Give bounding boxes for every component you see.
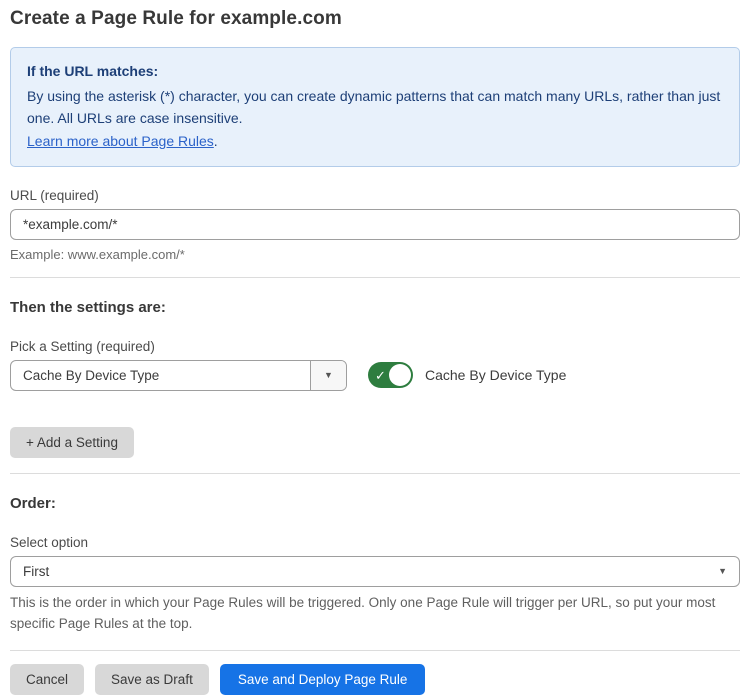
toggle-knob (389, 364, 411, 386)
chevron-down-icon: ▼ (718, 567, 727, 576)
chevron-down-icon: ▼ (324, 371, 333, 380)
footer-divider (10, 650, 740, 651)
save-as-draft-button[interactable]: Save as Draft (95, 664, 209, 695)
cache-by-device-type-toggle[interactable]: ✓ (368, 362, 413, 388)
order-select-value: First (23, 564, 718, 579)
order-help-text: This is the order in which your Page Rul… (10, 593, 730, 635)
info-callout-body: By using the asterisk (*) character, you… (27, 85, 723, 130)
create-page-rule-form: Create a Page Rule for example.com If th… (0, 0, 750, 688)
url-field-label: URL (required) (10, 188, 740, 203)
url-example-text: Example: www.example.com/* (10, 247, 740, 262)
cancel-button[interactable]: Cancel (10, 664, 84, 695)
select-option-label: Select option (10, 535, 740, 550)
toggle-label: Cache By Device Type (425, 367, 566, 383)
check-icon: ✓ (375, 369, 386, 382)
setting-dropdown[interactable]: Cache By Device Type ▼ (10, 360, 347, 391)
footer-button-row: Cancel Save as Draft Save and Deploy Pag… (10, 664, 740, 695)
order-section-heading: Order: (10, 495, 740, 512)
url-input[interactable] (10, 209, 740, 240)
url-matches-info-callout: If the URL matches: By using the asteris… (10, 47, 740, 167)
section-divider (10, 473, 740, 474)
learn-more-page-rules-link[interactable]: Learn more about Page Rules (27, 133, 214, 149)
info-callout-link-line: Learn more about Page Rules. (27, 130, 723, 153)
info-callout-heading: If the URL matches: (27, 60, 723, 83)
setting-dropdown-arrow-button[interactable]: ▼ (310, 361, 346, 390)
link-period: . (214, 133, 218, 149)
order-select[interactable]: First ▼ (10, 556, 740, 587)
section-divider (10, 277, 740, 278)
add-setting-button[interactable]: + Add a Setting (10, 427, 134, 458)
settings-section-heading: Then the settings are: (10, 299, 740, 316)
pick-setting-label: Pick a Setting (required) (10, 339, 740, 354)
setting-row: Cache By Device Type ▼ ✓ Cache By Device… (10, 360, 740, 391)
page-title: Create a Page Rule for example.com (10, 8, 740, 30)
setting-dropdown-value: Cache By Device Type (11, 361, 310, 390)
save-and-deploy-button[interactable]: Save and Deploy Page Rule (220, 664, 426, 695)
